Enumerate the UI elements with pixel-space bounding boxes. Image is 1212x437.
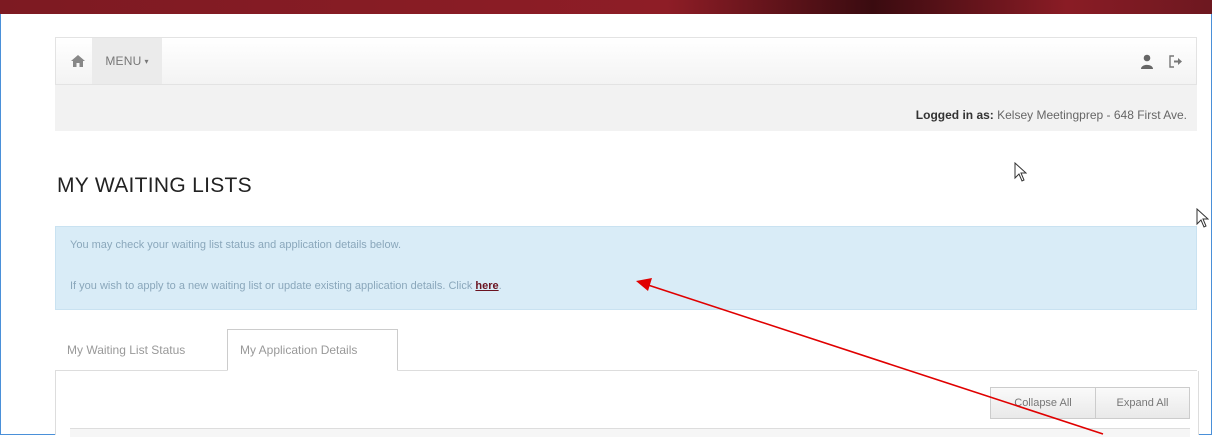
home-icon[interactable]: [70, 54, 86, 68]
login-status-bar: Logged in as: Kelsey Meetingprep - 648 F…: [55, 85, 1197, 131]
info-line-2-text: If you wish to apply to a new waiting li…: [70, 280, 476, 292]
top-navbar: MENU ▾: [55, 37, 1197, 85]
tab-label: My Application Details: [240, 343, 358, 357]
apply-here-link[interactable]: here: [475, 280, 498, 292]
expand-all-button[interactable]: Expand All: [1095, 387, 1190, 419]
collapse-all-button[interactable]: Collapse All: [990, 387, 1096, 419]
info-line-2-end: .: [498, 280, 502, 292]
tab-label: My Waiting List Status: [67, 342, 186, 357]
info-alert: You may check your waiting list status a…: [55, 226, 1197, 310]
menu-label: MENU: [105, 54, 142, 68]
tab-waiting-list-status[interactable]: My Waiting List Status: [55, 329, 227, 371]
brand-top-bar: [0, 0, 1212, 14]
info-line-2: If you wish to apply to a new waiting li…: [70, 280, 502, 292]
chevron-down-icon: ▾: [144, 56, 149, 66]
mouse-cursor-icon: [1014, 162, 1027, 182]
mouse-cursor-icon: [1196, 208, 1209, 228]
logged-in-user: Kelsey Meetingprep - 648 First Ave.: [993, 108, 1187, 122]
menu-button[interactable]: MENU ▾: [92, 38, 162, 84]
logout-icon[interactable]: [1168, 54, 1184, 69]
page-title: MY WAITING LISTS: [57, 174, 252, 197]
logged-in-label: Logged in as:: [915, 108, 994, 122]
info-line-1: You may check your waiting list status a…: [70, 239, 402, 251]
tab-application-details[interactable]: My Application Details: [227, 329, 398, 371]
user-icon[interactable]: [1140, 54, 1154, 69]
